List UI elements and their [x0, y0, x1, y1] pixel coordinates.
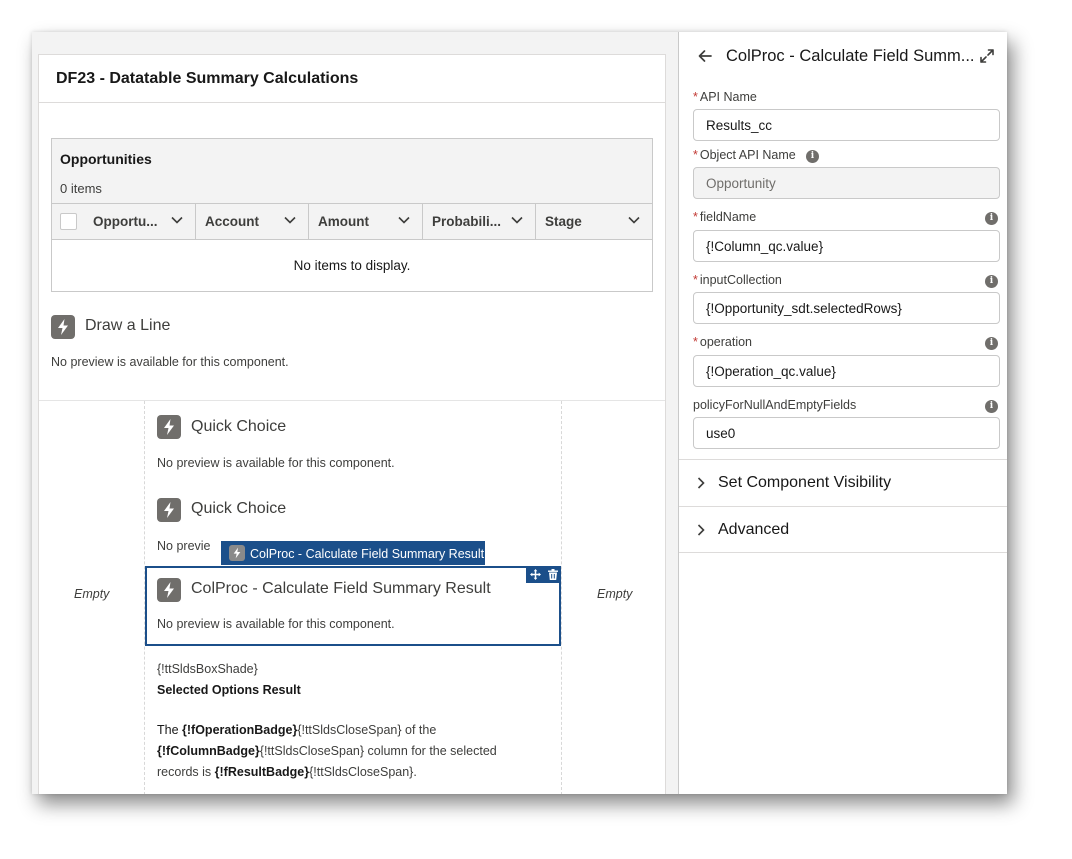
column-header-label: Amount — [318, 214, 369, 229]
info-icon[interactable]: i — [985, 400, 998, 413]
inputcollection-input[interactable] — [693, 292, 1000, 324]
component-note: No preview is available for this compone… — [51, 355, 289, 369]
component-colproc-selected[interactable]: ColProc - Calculate Field Summary Result… — [145, 566, 561, 646]
chevron-down-icon[interactable] — [171, 214, 183, 226]
move-icon[interactable] — [529, 569, 541, 580]
panel-header: ColProc - Calculate Field Summ... — [679, 32, 1007, 80]
info-icon[interactable]: i — [985, 337, 998, 350]
chevron-right-icon — [697, 524, 705, 536]
field-label-fieldname: * fieldName — [693, 210, 757, 224]
lightning-bolt-icon — [157, 578, 181, 602]
section-label: Set Component Visibility — [718, 474, 892, 491]
lightning-bolt-icon — [229, 545, 245, 561]
expand-icon[interactable] — [979, 48, 995, 64]
chevron-down-icon[interactable] — [284, 214, 296, 226]
info-icon[interactable]: i — [806, 150, 819, 163]
component-name: ColProc - Calculate Field Summary Result — [191, 580, 491, 597]
column-header-label: Stage — [545, 214, 582, 229]
component-note: No previe — [157, 539, 211, 553]
column-header-account[interactable]: Account — [196, 204, 309, 239]
chevron-down-icon[interactable] — [398, 214, 410, 226]
properties-panel: ColProc - Calculate Field Summ... * API N… — [678, 32, 1007, 794]
column-header-opportunity[interactable]: Opportu... — [84, 204, 196, 239]
api-name-input[interactable] — [693, 109, 1000, 141]
fieldname-input[interactable] — [693, 230, 1000, 262]
section-set-component-visibility[interactable]: Set Component Visibility — [679, 459, 1007, 506]
section-advanced[interactable]: Advanced — [679, 506, 1007, 553]
component-draw-a-line[interactable]: Draw a Line No preview is available for … — [39, 305, 665, 385]
select-all-checkbox[interactable] — [60, 213, 77, 230]
field-label-policy: policyForNullAndEmptyFields — [693, 398, 857, 412]
selected-component-tag-label: ColProc - Calculate Field Summary Result — [250, 547, 485, 561]
empty-column-right[interactable]: Empty — [597, 587, 632, 601]
column-header-amount[interactable]: Amount — [309, 204, 423, 239]
arrow-left-icon[interactable] — [697, 48, 713, 64]
datatable-title: Opportunities — [60, 151, 152, 167]
display-text-component[interactable]: {!ttSldsBoxShade} Selected Options Resul… — [157, 659, 557, 783]
component-toolbar — [526, 566, 561, 583]
datatable-empty-message: No items to display. — [293, 258, 411, 273]
component-name: Quick Choice — [191, 418, 287, 435]
screen-preview: DF23 - Datatable Summary Calculations Op… — [38, 54, 666, 794]
trash-icon[interactable] — [547, 569, 558, 580]
lightning-bolt-icon — [51, 315, 75, 339]
field-label-inputcollection: * inputCollection — [693, 273, 782, 287]
screen-title: DF23 - Datatable Summary Calculations — [39, 55, 665, 103]
component-note: No preview is available for this compone… — [157, 617, 395, 631]
column-header-label: Opportu... — [93, 214, 158, 229]
opportunities-datatable[interactable]: Opportunities 0 items Opportu... Account — [51, 138, 653, 292]
info-icon[interactable]: i — [985, 275, 998, 288]
policy-input[interactable] — [693, 417, 1000, 449]
column-header-label: Account — [205, 214, 259, 229]
rich-text-paragraph: The {!fOperationBadge}{!ttSldsCloseSpan}… — [157, 723, 497, 779]
field-label-object-api-name: * Object API Name — [693, 148, 796, 162]
column-header-label: Probabili... — [432, 214, 502, 229]
section-label: Advanced — [718, 521, 790, 538]
column-divider — [561, 401, 562, 794]
component-name: Draw a Line — [85, 317, 171, 334]
datatable-item-count: 0 items — [60, 181, 102, 196]
column-header-probability[interactable]: Probabili... — [423, 204, 536, 239]
rich-text-heading: Selected Options Result — [157, 683, 301, 697]
field-label-api-name: * API Name — [693, 90, 757, 104]
component-name: Quick Choice — [191, 500, 287, 517]
empty-column-left[interactable]: Empty — [74, 587, 109, 601]
chevron-down-icon[interactable] — [511, 214, 523, 226]
chevron-down-icon[interactable] — [628, 214, 640, 226]
datatable-header: Opportunities 0 items — [52, 139, 652, 204]
column-header-stage[interactable]: Stage — [536, 204, 652, 239]
datatable-columns: Opportu... Account Amount Probabili... S… — [52, 204, 652, 240]
lightning-bolt-icon — [157, 498, 181, 522]
screen-canvas: DF23 - Datatable Summary Calculations Op… — [32, 32, 678, 794]
chevron-right-icon — [697, 477, 705, 489]
info-icon[interactable]: i — [985, 212, 998, 225]
rich-text-line: {!ttSldsBoxShade} — [157, 662, 258, 676]
flow-builder-window: DF23 - Datatable Summary Calculations Op… — [32, 32, 1007, 794]
lightning-bolt-icon — [157, 415, 181, 439]
field-label-operation: * operation — [693, 335, 752, 349]
selected-component-tag: ColProc - Calculate Field Summary Result — [221, 541, 485, 565]
operation-input[interactable] — [693, 355, 1000, 387]
panel-title: ColProc - Calculate Field Summ... — [726, 47, 975, 65]
section-divider — [39, 400, 665, 401]
component-quick-choice[interactable]: Quick Choice No preview is available for… — [145, 405, 561, 483]
component-note: No preview is available for this compone… — [157, 456, 395, 470]
object-api-name-input — [693, 167, 1000, 199]
select-all-checkbox-cell[interactable] — [52, 204, 84, 239]
